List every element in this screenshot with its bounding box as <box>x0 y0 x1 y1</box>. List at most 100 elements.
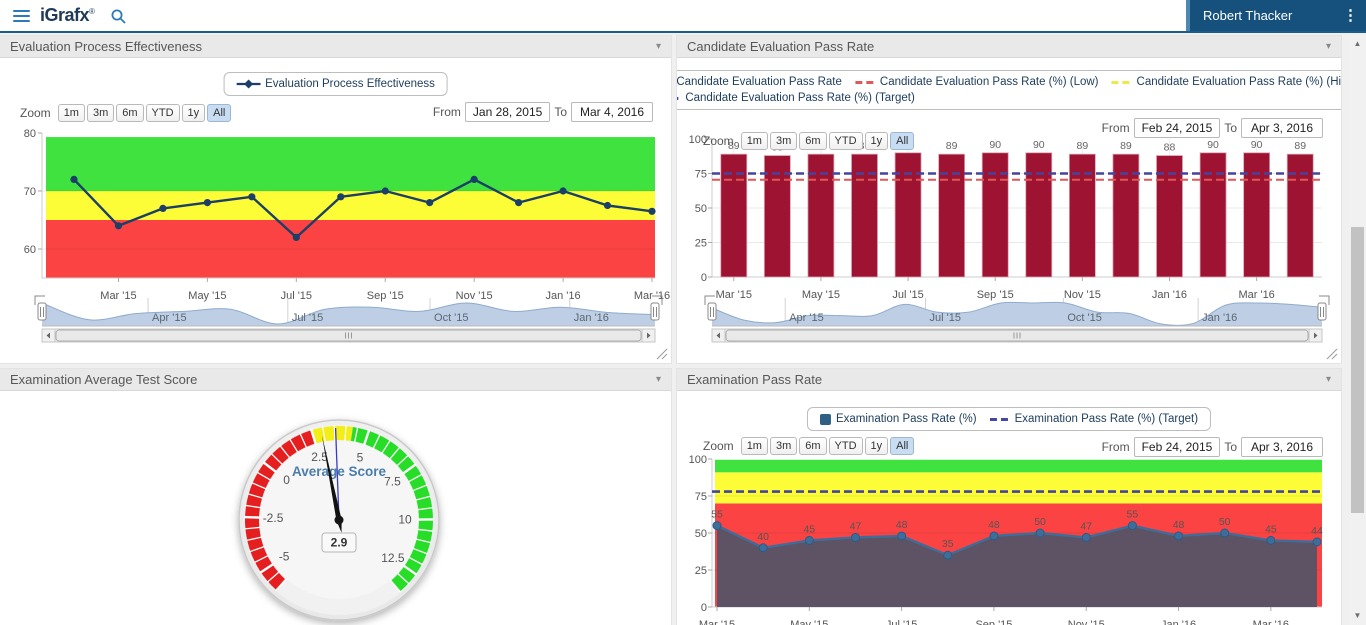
scroll-down-icon[interactable]: ▼ <box>1349 609 1366 623</box>
svg-text:89: 89 <box>1294 140 1306 152</box>
svg-text:75: 75 <box>695 491 707 503</box>
svg-text:89: 89 <box>1120 140 1132 152</box>
svg-text:Mar '15: Mar '15 <box>100 290 136 302</box>
svg-text:Jul '15: Jul '15 <box>281 290 312 302</box>
chart-legend: Candidate Evaluation Pass Rate Candidate … <box>677 70 1341 110</box>
app-logo[interactable]: iGrafx® <box>40 5 94 26</box>
legend-label: Candidate Evaluation Pass Rate (%) (Targ… <box>685 92 914 104</box>
zoom-button-3m[interactable]: 3m <box>87 104 114 122</box>
zoom-button-6m[interactable]: 6m <box>799 437 826 455</box>
zoom-button-6m[interactable]: 6m <box>799 132 826 150</box>
legend-dash-marker <box>677 96 680 101</box>
zoom-button-1y[interactable]: 1y <box>865 437 889 455</box>
panel-header[interactable]: Candidate Evaluation Pass Rate ▾ <box>677 36 1341 58</box>
svg-text:48: 48 <box>988 519 1000 531</box>
from-date-input[interactable]: Feb 24, 2015 <box>1134 118 1221 138</box>
svg-text:75: 75 <box>695 169 707 181</box>
legend-item[interactable]: Candidate Evaluation Pass Rate (%) (Targ… <box>677 92 915 104</box>
svg-text:Jan '16: Jan '16 <box>1161 619 1196 625</box>
top-nav: iGrafx® Robert Thacker ⋮ <box>0 0 1366 33</box>
legend-square-marker <box>820 414 831 425</box>
zoom-button-ytd[interactable]: YTD <box>829 437 863 455</box>
gauge-title: Average Score <box>292 464 387 479</box>
svg-text:48: 48 <box>1173 519 1185 531</box>
from-date-input[interactable]: Jan 28, 2015 <box>465 102 550 122</box>
logo-registered-mark: ® <box>89 7 94 16</box>
user-menu[interactable]: Robert Thacker ⋮ <box>1186 0 1366 31</box>
zoom-button-all[interactable]: All <box>207 104 231 122</box>
zoom-button-3m[interactable]: 3m <box>770 437 797 455</box>
zoom-button-1m[interactable]: 1m <box>58 104 85 122</box>
page-scrollbar[interactable]: ▲ ▼ <box>1349 35 1366 625</box>
svg-text:Jan '16: Jan '16 <box>574 312 609 324</box>
svg-text:45: 45 <box>1265 523 1277 535</box>
zoom-button-1y[interactable]: 1y <box>182 104 206 122</box>
svg-text:47: 47 <box>1080 520 1092 532</box>
zoom-button-6m[interactable]: 6m <box>116 104 143 122</box>
legend-item[interactable]: Examination Pass Rate (%) (Target) <box>990 413 1198 425</box>
zoom-button-1m[interactable]: 1m <box>741 132 768 150</box>
svg-text:50: 50 <box>1219 516 1231 528</box>
hamburger-menu-icon[interactable] <box>13 10 30 22</box>
svg-text:Apr '15: Apr '15 <box>152 312 187 324</box>
legend-label: Examination Pass Rate (%) (Target) <box>1015 413 1198 425</box>
panel-header[interactable]: Evaluation Process Effectiveness ▾ <box>0 36 671 58</box>
svg-text:-2.5: -2.5 <box>263 511 284 525</box>
svg-text:35: 35 <box>942 538 954 550</box>
navigator-handle-left[interactable] <box>708 303 716 320</box>
legend-item[interactable]: Candidate Evaluation Pass Rate (%) (High… <box>1112 76 1341 88</box>
svg-text:48: 48 <box>896 519 908 531</box>
zoom-button-1y[interactable]: 1y <box>865 132 889 150</box>
chevron-down-icon[interactable]: ▾ <box>656 369 661 390</box>
zoom-label: Zoom <box>20 106 51 120</box>
panel-title: Examination Average Test Score <box>10 372 197 387</box>
average-test-score-gauge: -5-2.502.557.51012.5Average Score2.9 <box>0 391 671 625</box>
zoom-label: Zoom <box>703 439 734 453</box>
zoom-button-3m[interactable]: 3m <box>770 132 797 150</box>
panel-title: Examination Pass Rate <box>687 372 822 387</box>
zoom-button-ytd[interactable]: YTD <box>829 132 863 150</box>
legend-item[interactable]: Evaluation Process Effectiveness <box>236 78 435 90</box>
gauge-value: 2.9 <box>331 536 348 550</box>
zoom-button-1m[interactable]: 1m <box>741 437 768 455</box>
panel-examination-pass-rate: Examination Pass Rate ▾ 0255075100Mar '1… <box>677 369 1341 625</box>
svg-text:50: 50 <box>695 528 707 540</box>
svg-text:Jul '15: Jul '15 <box>292 312 323 324</box>
svg-text:45: 45 <box>803 523 815 535</box>
svg-text:40: 40 <box>757 531 769 543</box>
panel-header[interactable]: Examination Pass Rate ▾ <box>677 369 1341 391</box>
svg-text:Sep '15: Sep '15 <box>977 289 1014 301</box>
to-date-input[interactable]: Apr 3, 2016 <box>1241 437 1323 457</box>
svg-text:55: 55 <box>1127 509 1139 521</box>
user-name: Robert Thacker <box>1203 8 1292 23</box>
svg-text:70: 70 <box>24 186 36 198</box>
chevron-down-icon[interactable]: ▾ <box>656 36 661 57</box>
legend-item[interactable]: Candidate Evaluation Pass Rate (%) (Low) <box>855 76 1099 88</box>
from-label: From <box>1102 440 1130 454</box>
svg-text:90: 90 <box>1251 139 1263 151</box>
panel-header[interactable]: Examination Average Test Score ▾ <box>0 369 671 391</box>
svg-text:Jul '15: Jul '15 <box>930 312 961 324</box>
zoom-button-all[interactable]: All <box>890 437 914 455</box>
zoom-button-ytd[interactable]: YTD <box>146 104 180 122</box>
svg-text:Jan '16: Jan '16 <box>1152 289 1187 301</box>
search-icon[interactable] <box>110 8 127 30</box>
date-range-controls: FromFeb 24, 2015ToApr 3, 2016 <box>1102 437 1327 457</box>
legend-line-marker <box>236 79 260 89</box>
page-scrollbar-thumb[interactable] <box>1351 227 1364 513</box>
chevron-down-icon[interactable]: ▾ <box>1326 36 1331 57</box>
svg-text:0: 0 <box>701 272 707 284</box>
kebab-menu-icon[interactable]: ⋮ <box>1343 0 1358 31</box>
chevron-down-icon[interactable]: ▾ <box>1326 369 1331 390</box>
navigator-handle-right[interactable] <box>651 303 659 320</box>
navigator-handle-right[interactable] <box>1318 303 1326 320</box>
to-date-input[interactable]: Apr 3, 2016 <box>1241 118 1323 138</box>
from-date-input[interactable]: Feb 24, 2015 <box>1134 437 1221 457</box>
to-date-input[interactable]: Mar 4, 2016 <box>571 102 653 122</box>
navigator-handle-left[interactable] <box>38 303 46 320</box>
svg-text:Oct '15: Oct '15 <box>1067 312 1102 324</box>
legend-item[interactable]: Candidate Evaluation Pass Rate <box>677 76 842 88</box>
scroll-up-icon[interactable]: ▲ <box>1349 37 1366 51</box>
legend-item[interactable]: Examination Pass Rate (%) <box>820 413 977 425</box>
zoom-button-all[interactable]: All <box>890 132 914 150</box>
